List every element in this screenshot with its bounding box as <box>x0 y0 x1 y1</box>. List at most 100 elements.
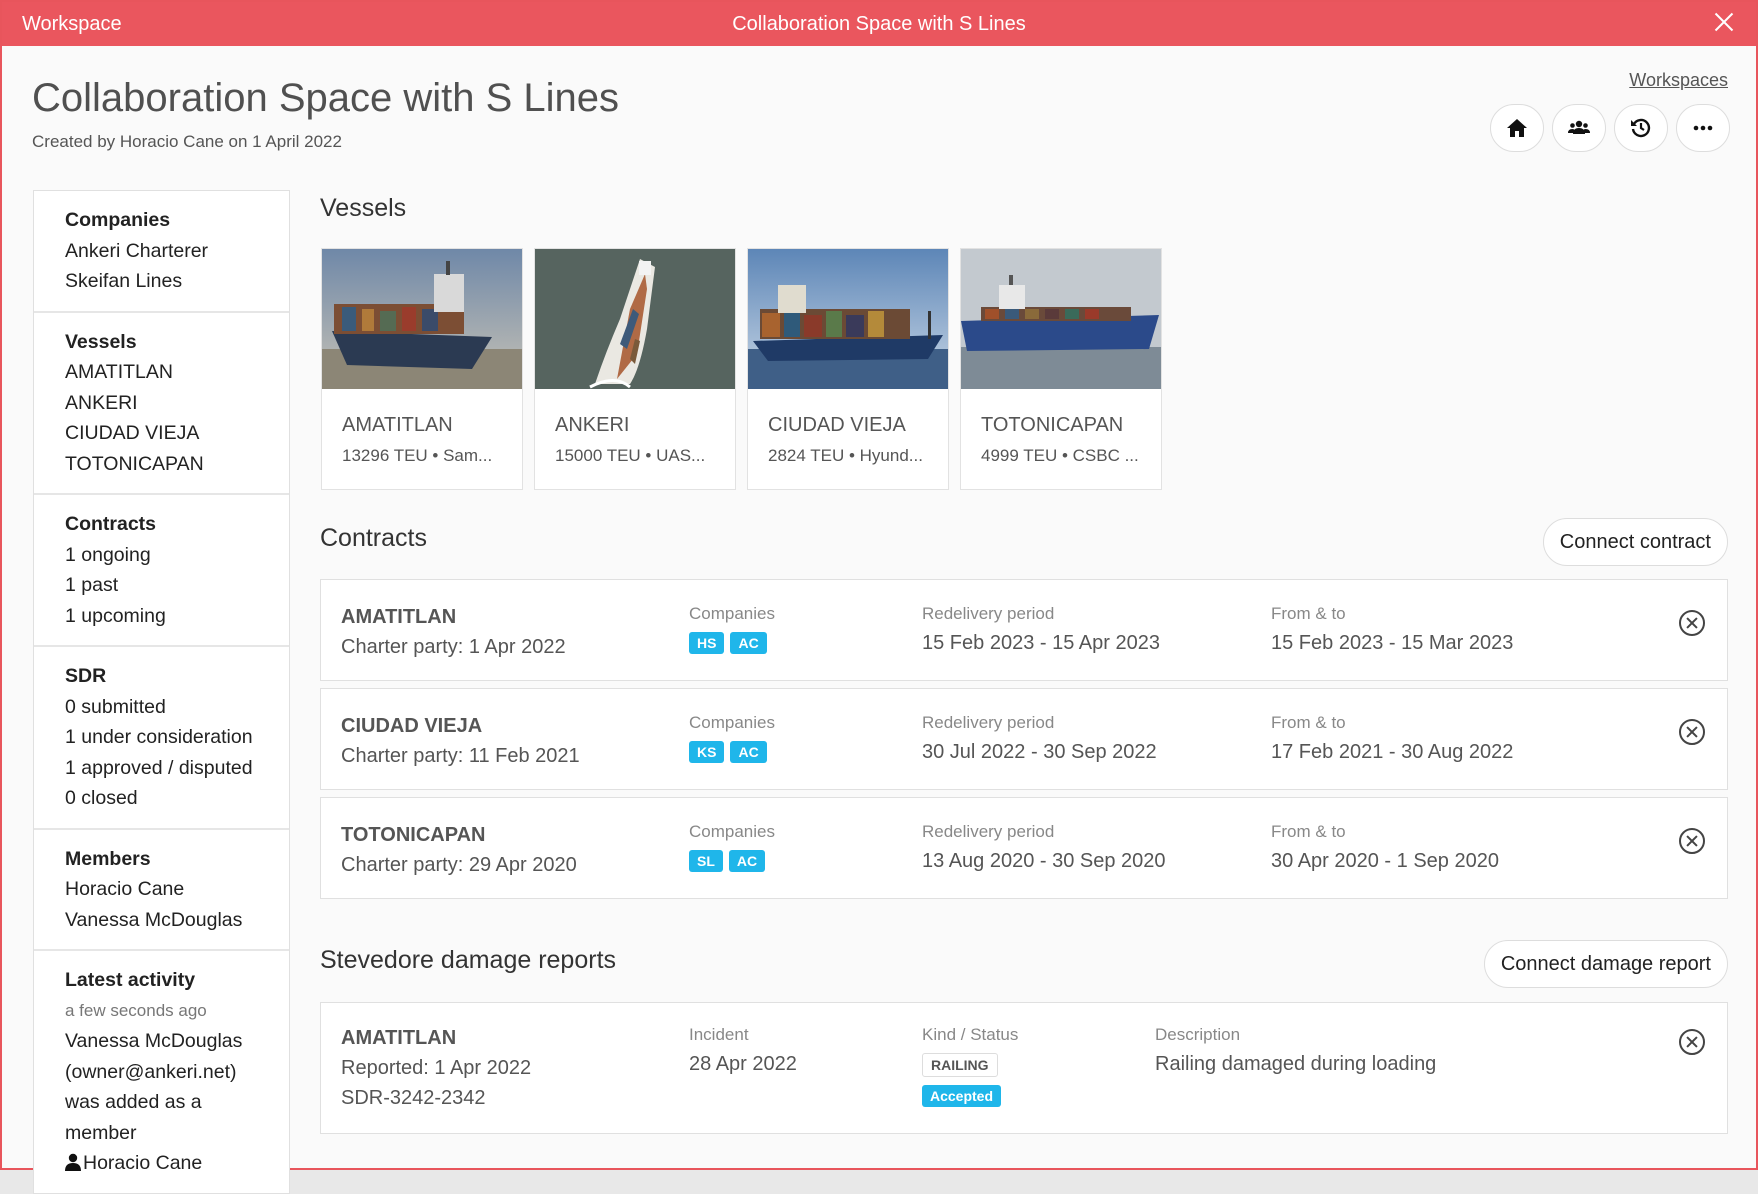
sidebar-item: 1 approved / disputed <box>65 756 253 779</box>
sidebar-item: TOTONICAPAN <box>65 452 204 475</box>
sidebar-item: 1 ongoing <box>65 543 151 566</box>
vessel-card[interactable]: CIUDAD VIEJA 2824 TEU • Hyund... <box>747 248 949 490</box>
title-bar: Workspace Collaboration Space with S Lin… <box>2 2 1756 46</box>
vessels-heading: Vessels <box>320 194 407 222</box>
remove-icon[interactable] <box>1679 719 1705 745</box>
fromto-label: From & to <box>1271 822 1346 841</box>
sidebar-vessels: Vessels AMATITLAN ANKERI CIUDAD VIEJA TO… <box>34 313 289 495</box>
remove-icon[interactable] <box>1679 1029 1705 1055</box>
activity-line: (owner@ankeri.net) <box>65 1060 237 1083</box>
activity-line: Vanessa McDouglas <box>65 1030 243 1052</box>
home-icon <box>1507 119 1527 137</box>
page-subtitle: Created by Horacio Cane on 1 April 2022 <box>32 132 342 151</box>
connect-damage-report-button[interactable]: Connect damage report <box>1483 940 1728 988</box>
company-badges: KS AC <box>689 741 773 763</box>
users-icon <box>1568 120 1590 134</box>
vessel-name: AMATITLAN <box>342 414 453 436</box>
contract-party: Charter party: 11 Feb 2021 <box>341 745 580 767</box>
company-badge: AC <box>728 850 766 872</box>
vessel-card[interactable]: AMATITLAN 13296 TEU • Sam... <box>321 248 523 490</box>
redelivery-label: Redelivery period <box>922 713 1055 732</box>
company-badges: HS AC <box>689 632 773 654</box>
fromto-label: From & to <box>1271 713 1346 732</box>
remove-icon[interactable] <box>1679 828 1705 854</box>
sidebar-item: Ankeri Charterer <box>65 239 209 262</box>
status-badge: Accepted <box>922 1085 1002 1107</box>
vessel-name: CIUDAD VIEJA <box>768 414 906 436</box>
company-badge: KS <box>689 741 725 763</box>
vessel-card[interactable]: ANKERI 15000 TEU • UAS... <box>534 248 736 490</box>
from-to: 30 Apr 2020 - 1 Sep 2020 <box>1271 850 1499 872</box>
contract-vessel: TOTONICAPAN <box>341 824 486 846</box>
vessel-name: TOTONICAPAN <box>981 414 1124 436</box>
fromto-label: From & to <box>1271 604 1346 623</box>
vessel-info: 4999 TEU • CSBC ... <box>981 446 1139 465</box>
sidebar-item: 1 under consideration <box>65 726 253 748</box>
damage-vessel: AMATITLAN <box>341 1027 457 1049</box>
sidebar-item: 1 past <box>65 574 119 596</box>
sidebar-sdr: SDR 0 submitted 1 under consideration 1 … <box>34 647 289 830</box>
summary-sidebar: Companies Ankeri Charterer Skeifan Lines… <box>33 190 290 1194</box>
activity-time: a few seconds ago <box>65 1000 207 1020</box>
contract-row[interactable]: AMATITLAN Charter party: 1 Apr 2022 Comp… <box>320 579 1728 681</box>
kind-badge-wrap: RAILING <box>922 1053 1004 1077</box>
remove-icon[interactable] <box>1679 610 1705 636</box>
vessel-photo <box>748 249 948 389</box>
vessel-photo <box>961 249 1161 389</box>
companies-label: Companies <box>689 713 775 732</box>
incident-date: 28 Apr 2022 <box>689 1053 797 1075</box>
more-icon <box>1693 125 1713 131</box>
sidebar-item: Horacio Cane <box>65 878 185 900</box>
contract-vessel: CIUDAD VIEJA <box>341 715 483 737</box>
vessel-info: 2824 TEU • Hyund... <box>768 446 923 465</box>
activity-author-name: Horacio Cane <box>83 1152 203 1174</box>
redelivery-period: 30 Jul 2022 - 30 Sep 2022 <box>922 741 1157 763</box>
company-badges: SL AC <box>689 850 771 872</box>
sidebar-item: Skeifan Lines <box>65 270 183 292</box>
workspaces-link[interactable]: Workspaces <box>1629 70 1728 91</box>
damage-report-row[interactable]: AMATITLAN Reported: 1 Apr 2022 SDR-3242-… <box>320 1002 1728 1134</box>
history-icon <box>1631 118 1651 138</box>
vessel-name: ANKERI <box>555 414 630 436</box>
more-button[interactable] <box>1676 104 1730 152</box>
sidebar-item: ANKERI <box>65 391 138 414</box>
contract-row[interactable]: TOTONICAPAN Charter party: 29 Apr 2020 C… <box>320 797 1728 899</box>
sidebar-heading: Companies <box>65 209 171 231</box>
sidebar-members: Members Horacio Cane Vanessa McDouglas <box>34 830 289 951</box>
sidebar-heading: SDR <box>65 665 107 687</box>
sidebar-item: CIUDAD VIEJA <box>65 422 200 444</box>
contracts-heading: Contracts <box>320 524 427 552</box>
companies-label: Companies <box>689 604 775 623</box>
from-to: 15 Feb 2023 - 15 Mar 2023 <box>1271 632 1514 654</box>
close-icon[interactable] <box>1710 8 1738 36</box>
sidebar-heading: Members <box>65 847 151 870</box>
contract-party: Charter party: 29 Apr 2020 <box>341 854 577 876</box>
sidebar-contracts: Contracts 1 ongoing 1 past 1 upcoming <box>34 495 289 647</box>
contract-party: Charter party: 1 Apr 2022 <box>341 636 566 658</box>
vessel-info: 13296 TEU • Sam... <box>342 446 493 465</box>
sidebar-companies: Companies Ankeri Charterer Skeifan Lines <box>34 191 289 313</box>
history-button[interactable] <box>1614 104 1668 152</box>
members-button[interactable] <box>1552 104 1606 152</box>
sidebar-heading: Contracts <box>65 513 157 535</box>
window-title: Collaboration Space with S Lines <box>732 13 1026 35</box>
connect-contract-button[interactable]: Connect contract <box>1542 518 1728 566</box>
user-icon <box>65 1153 81 1171</box>
companies-label: Companies <box>689 822 775 841</box>
description-label: Description <box>1155 1025 1241 1044</box>
company-badge: HS <box>689 632 725 654</box>
workspace-window: Workspace Collaboration Space with S Lin… <box>0 0 1758 1194</box>
damage-ref: SDR-3242-2342 <box>341 1087 486 1109</box>
home-button[interactable] <box>1490 104 1544 152</box>
activity-line: was added as a <box>65 1091 202 1113</box>
company-badge: SL <box>689 850 723 872</box>
sidebar-item: 1 upcoming <box>65 604 166 627</box>
sidebar-heading: Vessels <box>65 330 137 353</box>
damage-reported: Reported: 1 Apr 2022 <box>341 1057 532 1079</box>
contract-row[interactable]: CIUDAD VIEJA Charter party: 11 Feb 2021 … <box>320 688 1728 790</box>
page-title: Collaboration Space with S Lines <box>32 76 620 120</box>
vessel-card[interactable]: TOTONICAPAN 4999 TEU • CSBC ... <box>960 248 1162 490</box>
redelivery-period: 15 Feb 2023 - 15 Apr 2023 <box>922 632 1160 654</box>
sidebar-item: 0 submitted <box>65 695 166 718</box>
sidebar-heading: Latest activity <box>65 969 196 991</box>
